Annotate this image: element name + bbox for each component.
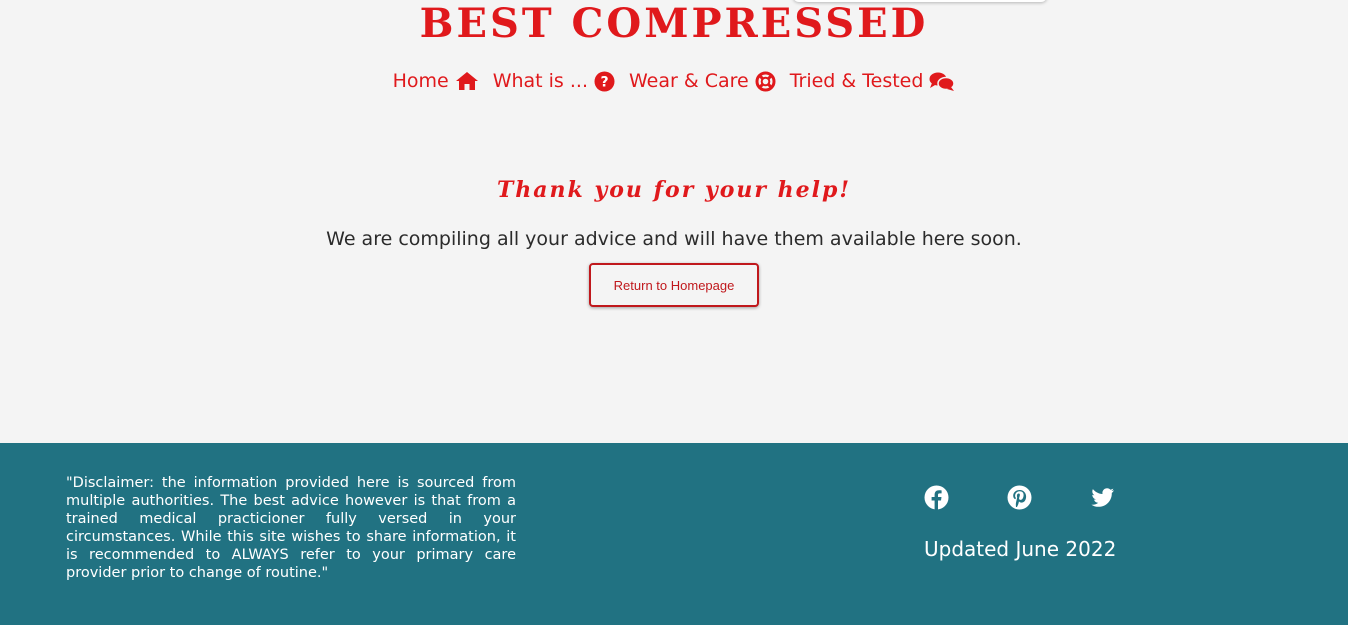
nav-item-label: What is ... (492, 70, 588, 92)
nav-item-label: Home (392, 70, 449, 92)
pinterest-icon[interactable] (1007, 485, 1032, 510)
main-nav: Home What is ... ? Wear & Care Tried & T… (0, 70, 1348, 92)
nav-item-tried-tested[interactable]: Tried & Tested (790, 70, 956, 92)
home-icon (455, 71, 479, 91)
nav-item-what-is[interactable]: What is ... ? (493, 70, 615, 92)
question-circle-icon: ? (594, 71, 615, 92)
site-title: BEST COMPRESSED (419, 0, 929, 47)
nav-item-label: Wear & Care (628, 70, 749, 92)
nav-item-label: Tried & Tested (789, 70, 924, 92)
nav-item-wear-care[interactable]: Wear & Care (629, 70, 776, 92)
disclaimer-text: "Disclaimer: the information provided he… (66, 475, 516, 581)
updated-date: Updated June 2022 (924, 537, 1117, 561)
comments-icon (929, 71, 956, 92)
footer: "Disclaimer: the information provided he… (0, 443, 1348, 625)
facebook-icon[interactable] (924, 485, 949, 510)
nav-item-home[interactable]: Home (393, 70, 479, 92)
main-content: Thank you for your help! We are compilin… (0, 170, 1348, 307)
social-links (924, 485, 1115, 510)
return-to-homepage-button[interactable]: Return to Homepage (589, 263, 759, 307)
life-ring-icon (755, 71, 776, 92)
thank-you-heading: Thank you for your help! (496, 177, 852, 203)
svg-text:?: ? (600, 74, 608, 90)
thank-you-message: We are compiling all your advice and wil… (326, 228, 1022, 250)
twitter-icon[interactable] (1090, 485, 1115, 510)
